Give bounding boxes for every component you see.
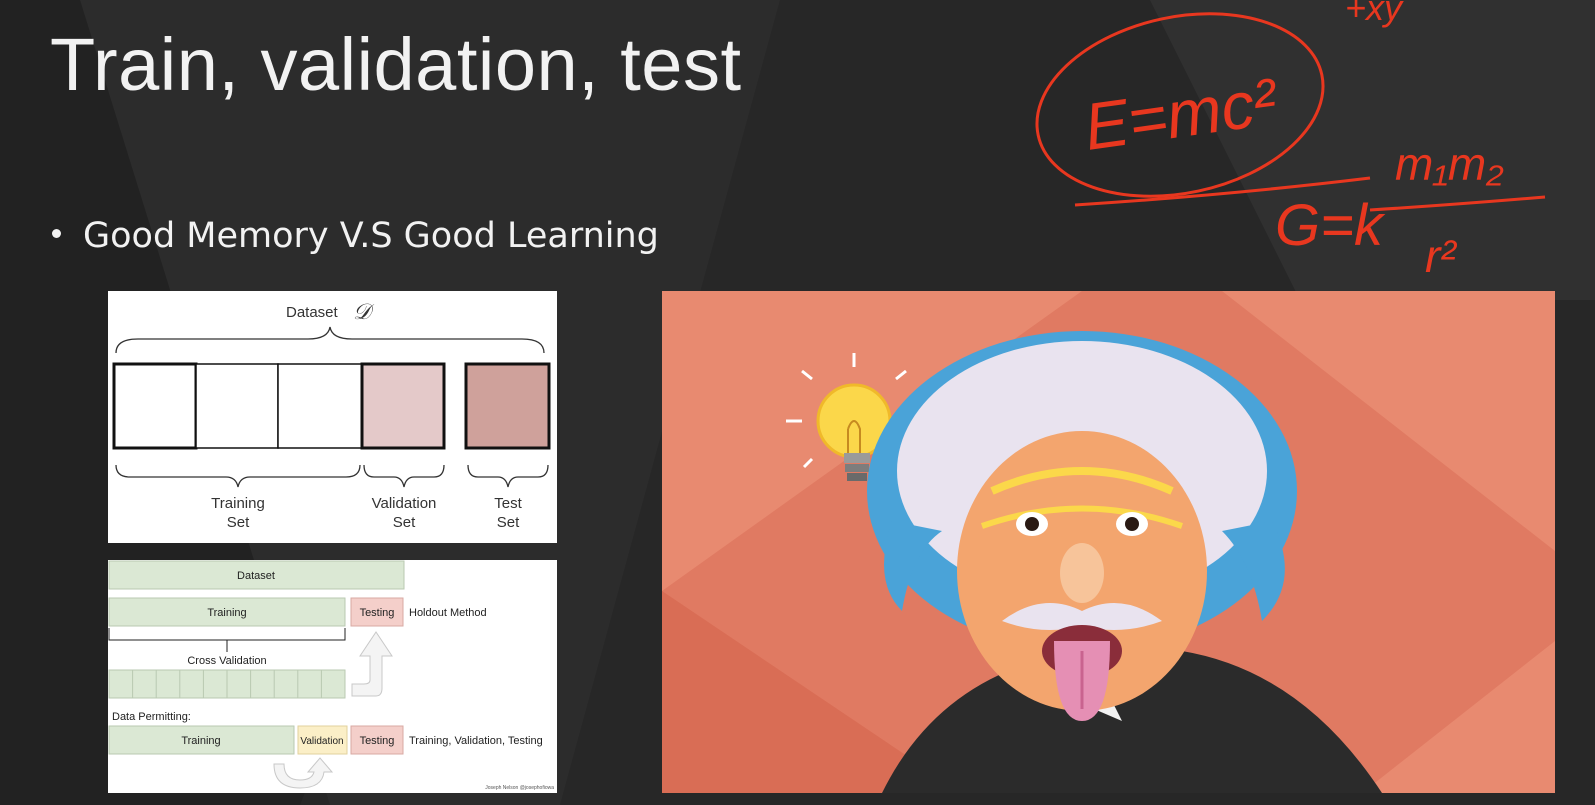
- slide: Train, validation, test Good Memory V.S …: [0, 0, 1595, 805]
- nose: [1060, 543, 1104, 603]
- formula-gravity-denominator: r²: [1425, 230, 1457, 282]
- einstein-illustration: [662, 291, 1555, 793]
- training-box-2: [195, 363, 279, 449]
- bullet-dot: [52, 228, 61, 238]
- test-brace: [467, 464, 549, 488]
- handwritten-annotations: E=mc² G=k m₁m₂ r² +xy: [1035, 0, 1546, 282]
- fold-boxes: [112, 362, 551, 450]
- training-box-3: [277, 363, 363, 449]
- test-label-2: Set: [497, 514, 520, 531]
- formula-emc2: E=mc²: [1080, 64, 1283, 164]
- training-brace: [115, 464, 361, 488]
- holdout-method-figure: Dataset Training Testing Holdout Method …: [108, 560, 557, 793]
- formula-gravity-numerator: m₁m₂: [1395, 138, 1504, 190]
- testing-bar-label: Testing: [360, 607, 395, 619]
- training-label-1: Training: [211, 495, 265, 512]
- top-brace: [115, 326, 545, 354]
- data-permitting-label: Data Permitting:: [112, 711, 191, 723]
- test-label-1: Test: [494, 495, 522, 512]
- slide-title: Train, validation, test: [50, 23, 742, 106]
- dataset-title: Dataset: [286, 304, 339, 321]
- training-box-1: [112, 362, 198, 450]
- curved-arrow: [273, 757, 334, 789]
- validation-label-1: Validation: [372, 495, 437, 512]
- up-arrow: [351, 631, 393, 697]
- fraction-bar: [1369, 195, 1546, 212]
- validation-bar-label: Validation: [300, 736, 343, 747]
- cv-folds: [108, 669, 346, 699]
- validation-box: [360, 362, 446, 450]
- test-box: [464, 362, 551, 450]
- formula-gravity-left: G=k: [1275, 193, 1386, 258]
- dataset-split-figure: Dataset 𝒟 Training Set Validation Set Te…: [108, 291, 557, 543]
- training-bar-label: Training: [207, 607, 246, 619]
- validation-brace: [363, 464, 445, 488]
- cross-validation-label: Cross Validation: [187, 655, 266, 667]
- training-label-2: Set: [227, 514, 250, 531]
- bullet-text: Good Memory V.S Good Learning: [83, 216, 659, 256]
- holdout-method-label: Holdout Method: [409, 607, 487, 619]
- training-bar-2-label: Training: [181, 735, 220, 747]
- testing-bar-2-label: Testing: [360, 735, 395, 747]
- cv-bracket: [108, 628, 346, 652]
- tvt-label: Training, Validation, Testing: [409, 735, 543, 747]
- corner-scribble: +xy: [1345, 0, 1404, 28]
- dataset-bar-label: Dataset: [237, 570, 275, 582]
- credit-text: Joseph Nelson @josephofiowa: [485, 785, 554, 791]
- bullet-point: Good Memory V.S Good Learning: [52, 216, 659, 256]
- dataset-symbol: 𝒟: [353, 299, 375, 324]
- validation-label-2: Set: [393, 514, 416, 531]
